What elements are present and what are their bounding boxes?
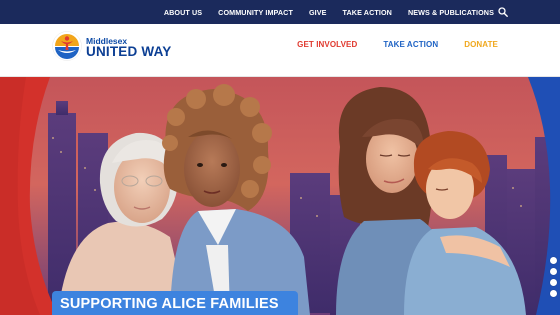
utility-nav: ABOUT US COMMUNITY IMPACT GIVE TAKE ACTI…: [148, 8, 494, 17]
nav-get-involved[interactable]: GET INVOLVED: [297, 40, 357, 49]
nav-donate[interactable]: DONATE: [464, 40, 498, 49]
hero-caption-banner[interactable]: SUPPORTING ALICE FAMILIES: [52, 291, 298, 315]
nav-news-publications[interactable]: NEWS & PUBLICATIONS: [408, 8, 494, 17]
carousel-indicators: [550, 257, 558, 301]
carousel-dot[interactable]: [550, 290, 557, 297]
carousel-dot[interactable]: [550, 279, 557, 286]
carousel-dot[interactable]: [550, 268, 557, 275]
brand-name[interactable]: UNITED WAY: [86, 44, 172, 59]
united-way-hand-logo[interactable]: [52, 31, 82, 61]
main-nav: GET INVOLVED TAKE ACTION DONATE: [271, 40, 498, 49]
hero-caption-text: SUPPORTING ALICE FAMILIES: [60, 296, 279, 312]
hero-banner: [0, 77, 560, 315]
carousel-dot[interactable]: [550, 257, 557, 264]
nav-give[interactable]: GIVE: [309, 8, 327, 17]
hero-photo: [0, 77, 560, 315]
search-icon[interactable]: [498, 7, 508, 17]
nav-take-action-top[interactable]: TAKE ACTION: [343, 8, 392, 17]
nav-community-impact[interactable]: COMMUNITY IMPACT: [218, 8, 293, 17]
top-utility-bar: ABOUT US COMMUNITY IMPACT GIVE TAKE ACTI…: [0, 0, 560, 24]
nav-about-us[interactable]: ABOUT US: [164, 8, 202, 17]
site-header: Middlesex UNITED WAY GET INVOLVED TAKE A…: [0, 24, 560, 77]
nav-take-action[interactable]: TAKE ACTION: [383, 40, 438, 49]
